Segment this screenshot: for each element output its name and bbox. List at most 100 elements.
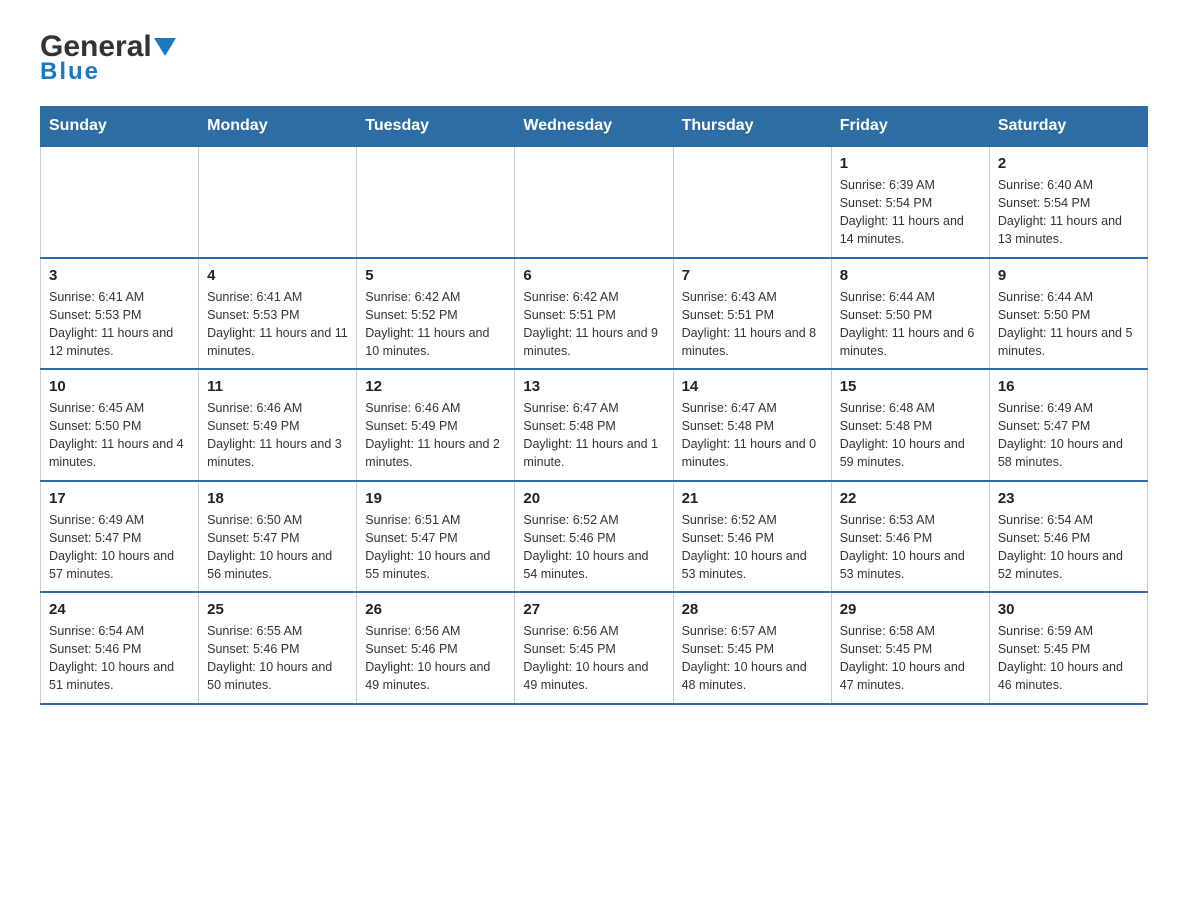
day-number: 13: [523, 378, 664, 395]
calendar-day-cell: 10 Sunrise: 6:45 AMSunset: 5:50 PMDayligh…: [41, 369, 199, 481]
day-info: Sunrise: 6:42 AMSunset: 5:51 PMDaylight:…: [523, 288, 664, 361]
calendar-day-cell: 8 Sunrise: 6:44 AMSunset: 5:50 PMDaylight…: [831, 258, 989, 370]
col-tuesday: Tuesday: [357, 107, 515, 147]
day-number: 5: [365, 267, 506, 284]
day-info: Sunrise: 6:46 AMSunset: 5:49 PMDaylight:…: [365, 399, 506, 472]
calendar-day-cell: 11 Sunrise: 6:46 AMSunset: 5:49 PMDayligh…: [199, 369, 357, 481]
calendar-day-cell: 22 Sunrise: 6:53 AMSunset: 5:46 PMDayligh…: [831, 481, 989, 593]
calendar-day-cell: 30 Sunrise: 6:59 AMSunset: 5:45 PMDayligh…: [989, 592, 1147, 704]
calendar-table: Sunday Monday Tuesday Wednesday Thursday…: [40, 106, 1148, 705]
day-info: Sunrise: 6:40 AMSunset: 5:54 PMDaylight:…: [998, 176, 1139, 249]
day-number: 25: [207, 601, 348, 618]
calendar-day-cell: 20 Sunrise: 6:52 AMSunset: 5:46 PMDayligh…: [515, 481, 673, 593]
day-info: Sunrise: 6:56 AMSunset: 5:45 PMDaylight:…: [523, 622, 664, 695]
logo: General Blue: [40, 30, 176, 86]
day-info: Sunrise: 6:49 AMSunset: 5:47 PMDaylight:…: [49, 511, 190, 584]
day-number: 29: [840, 601, 981, 618]
day-info: Sunrise: 6:51 AMSunset: 5:47 PMDaylight:…: [365, 511, 506, 584]
calendar-week-2: 3 Sunrise: 6:41 AMSunset: 5:53 PMDaylight…: [41, 258, 1148, 370]
calendar-day-cell: 14Sunrise: 6:47 AMSunset: 5:48 PMDayligh…: [673, 369, 831, 481]
calendar-day-cell: 21 Sunrise: 6:52 AMSunset: 5:46 PMDayligh…: [673, 481, 831, 593]
day-number: 7: [682, 267, 823, 284]
calendar-day-cell: 23 Sunrise: 6:54 AMSunset: 5:46 PMDayligh…: [989, 481, 1147, 593]
day-number: 16: [998, 378, 1139, 395]
day-number: 24: [49, 601, 190, 618]
day-number: 23: [998, 490, 1139, 507]
day-number: 27: [523, 601, 664, 618]
calendar-day-cell: 9Sunrise: 6:44 AMSunset: 5:50 PMDaylight…: [989, 258, 1147, 370]
calendar-day-cell: 3 Sunrise: 6:41 AMSunset: 5:53 PMDaylight…: [41, 258, 199, 370]
col-monday: Monday: [199, 107, 357, 147]
day-info: Sunrise: 6:44 AMSunset: 5:50 PMDaylight:…: [840, 288, 981, 361]
logo-blue-text: Blue: [40, 58, 100, 86]
day-number: 3: [49, 267, 190, 284]
day-number: 30: [998, 601, 1139, 618]
header: General Blue: [40, 30, 1148, 86]
day-number: 22: [840, 490, 981, 507]
day-info: Sunrise: 6:43 AMSunset: 5:51 PMDaylight:…: [682, 288, 823, 361]
day-info: Sunrise: 6:41 AMSunset: 5:53 PMDaylight:…: [49, 288, 190, 361]
col-sunday: Sunday: [41, 107, 199, 147]
calendar-day-cell: 16 Sunrise: 6:49 AMSunset: 5:47 PMDayligh…: [989, 369, 1147, 481]
calendar-day-cell: 19 Sunrise: 6:51 AMSunset: 5:47 PMDayligh…: [357, 481, 515, 593]
calendar-day-cell: 12Sunrise: 6:46 AMSunset: 5:49 PMDayligh…: [357, 369, 515, 481]
day-info: Sunrise: 6:44 AMSunset: 5:50 PMDaylight:…: [998, 288, 1139, 361]
col-friday: Friday: [831, 107, 989, 147]
day-number: 11: [207, 378, 348, 395]
calendar-day-cell: 27 Sunrise: 6:56 AMSunset: 5:45 PMDayligh…: [515, 592, 673, 704]
day-number: 10: [49, 378, 190, 395]
calendar-day-cell: [673, 146, 831, 258]
day-info: Sunrise: 6:41 AMSunset: 5:53 PMDaylight:…: [207, 288, 348, 361]
calendar-day-cell: 15 Sunrise: 6:48 AMSunset: 5:48 PMDayligh…: [831, 369, 989, 481]
calendar-week-3: 10 Sunrise: 6:45 AMSunset: 5:50 PMDayligh…: [41, 369, 1148, 481]
day-info: Sunrise: 6:49 AMSunset: 5:47 PMDaylight:…: [998, 399, 1139, 472]
day-info: Sunrise: 6:57 AMSunset: 5:45 PMDaylight:…: [682, 622, 823, 695]
calendar-week-5: 24 Sunrise: 6:54 AMSunset: 5:46 PMDayligh…: [41, 592, 1148, 704]
calendar-day-cell: 24 Sunrise: 6:54 AMSunset: 5:46 PMDayligh…: [41, 592, 199, 704]
day-info: Sunrise: 6:39 AMSunset: 5:54 PMDaylight:…: [840, 176, 981, 249]
day-info: Sunrise: 6:56 AMSunset: 5:46 PMDaylight:…: [365, 622, 506, 695]
calendar-day-cell: 17 Sunrise: 6:49 AMSunset: 5:47 PMDayligh…: [41, 481, 199, 593]
day-number: 15: [840, 378, 981, 395]
calendar-day-cell: 7 Sunrise: 6:43 AMSunset: 5:51 PMDaylight…: [673, 258, 831, 370]
day-info: Sunrise: 6:47 AMSunset: 5:48 PMDaylight:…: [682, 399, 823, 472]
day-number: 6: [523, 267, 664, 284]
day-info: Sunrise: 6:54 AMSunset: 5:46 PMDaylight:…: [49, 622, 190, 695]
day-info: Sunrise: 6:42 AMSunset: 5:52 PMDaylight:…: [365, 288, 506, 361]
col-thursday: Thursday: [673, 107, 831, 147]
day-number: 21: [682, 490, 823, 507]
day-info: Sunrise: 6:45 AMSunset: 5:50 PMDaylight:…: [49, 399, 190, 472]
calendar-day-cell: [515, 146, 673, 258]
day-info: Sunrise: 6:46 AMSunset: 5:49 PMDaylight:…: [207, 399, 348, 472]
day-number: 19: [365, 490, 506, 507]
calendar-day-cell: 6 Sunrise: 6:42 AMSunset: 5:51 PMDaylight…: [515, 258, 673, 370]
day-number: 20: [523, 490, 664, 507]
day-info: Sunrise: 6:48 AMSunset: 5:48 PMDaylight:…: [840, 399, 981, 472]
calendar-day-cell: 18Sunrise: 6:50 AMSunset: 5:47 PMDayligh…: [199, 481, 357, 593]
day-number: 28: [682, 601, 823, 618]
day-info: Sunrise: 6:55 AMSunset: 5:46 PMDaylight:…: [207, 622, 348, 695]
calendar-day-cell: 5 Sunrise: 6:42 AMSunset: 5:52 PMDaylight…: [357, 258, 515, 370]
day-number: 1: [840, 155, 981, 172]
day-info: Sunrise: 6:58 AMSunset: 5:45 PMDaylight:…: [840, 622, 981, 695]
day-info: Sunrise: 6:59 AMSunset: 5:45 PMDaylight:…: [998, 622, 1139, 695]
calendar-day-cell: [199, 146, 357, 258]
calendar-day-cell: 2 Sunrise: 6:40 AMSunset: 5:54 PMDaylight…: [989, 146, 1147, 258]
calendar-day-cell: 28 Sunrise: 6:57 AMSunset: 5:45 PMDayligh…: [673, 592, 831, 704]
calendar-day-cell: [357, 146, 515, 258]
col-wednesday: Wednesday: [515, 107, 673, 147]
calendar-day-cell: 26Sunrise: 6:56 AMSunset: 5:46 PMDayligh…: [357, 592, 515, 704]
calendar-week-1: 1 Sunrise: 6:39 AMSunset: 5:54 PMDaylight…: [41, 146, 1148, 258]
calendar-day-cell: 13Sunrise: 6:47 AMSunset: 5:48 PMDayligh…: [515, 369, 673, 481]
day-number: 8: [840, 267, 981, 284]
day-info: Sunrise: 6:54 AMSunset: 5:46 PMDaylight:…: [998, 511, 1139, 584]
col-saturday: Saturday: [989, 107, 1147, 147]
day-info: Sunrise: 6:52 AMSunset: 5:46 PMDaylight:…: [523, 511, 664, 584]
day-number: 17: [49, 490, 190, 507]
calendar-day-cell: 29 Sunrise: 6:58 AMSunset: 5:45 PMDayligh…: [831, 592, 989, 704]
day-info: Sunrise: 6:52 AMSunset: 5:46 PMDaylight:…: [682, 511, 823, 584]
day-number: 2: [998, 155, 1139, 172]
calendar-header-row: Sunday Monday Tuesday Wednesday Thursday…: [41, 107, 1148, 147]
day-info: Sunrise: 6:53 AMSunset: 5:46 PMDaylight:…: [840, 511, 981, 584]
day-info: Sunrise: 6:50 AMSunset: 5:47 PMDaylight:…: [207, 511, 348, 584]
